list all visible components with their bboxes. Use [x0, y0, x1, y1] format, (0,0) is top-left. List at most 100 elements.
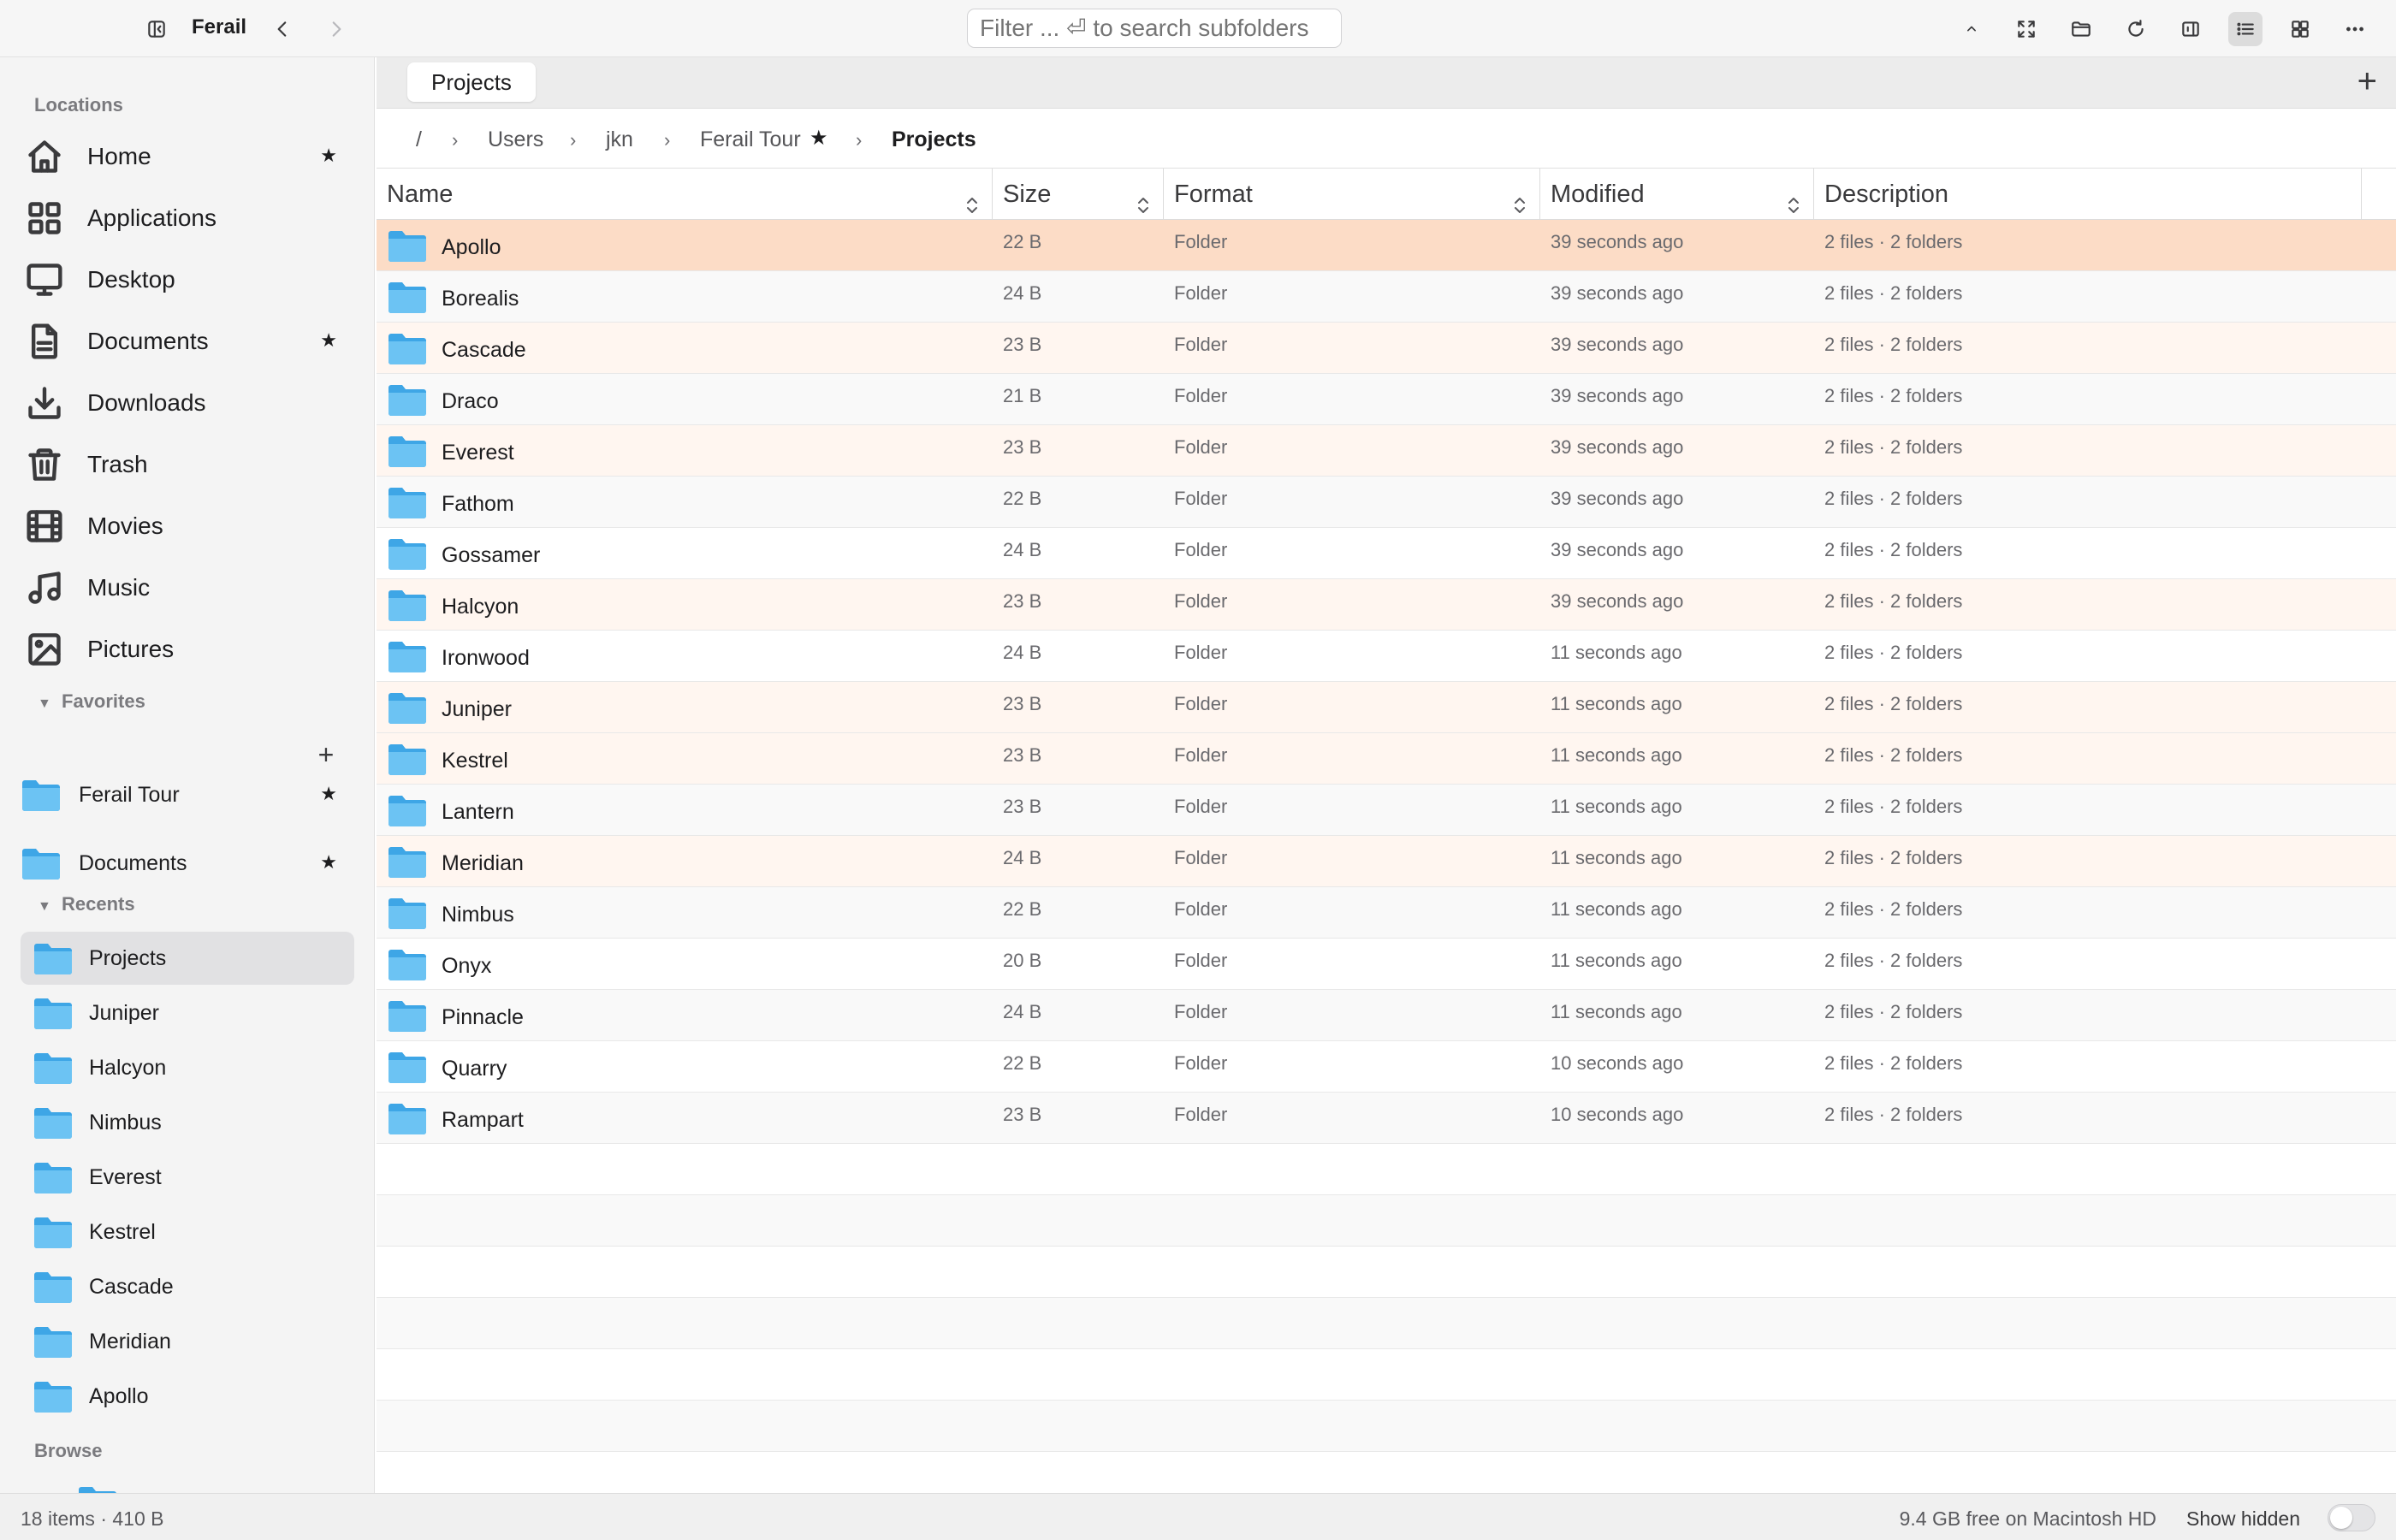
cell-modified: 39 seconds ago	[1551, 231, 1684, 252]
cell-format: Folder	[1174, 898, 1228, 920]
table-row[interactable]: Gossamer 24 B Folder 39 seconds ago 2 files …	[377, 528, 2396, 579]
table-row[interactable]: Everest 23 B Folder 39 seconds ago 2 files ·…	[377, 425, 2396, 477]
table-row[interactable]: Quarry 22 B Folder 10 seconds ago 2 files · …	[377, 1041, 2396, 1093]
breadcrumb-root[interactable]: /	[416, 127, 422, 152]
breadcrumb-item-ferail-tour[interactable]: Ferail Tour	[700, 127, 801, 152]
cell-name: Borealis	[387, 280, 519, 314]
sidebar-item-recent-meridian[interactable]: Meridian	[21, 1315, 354, 1368]
browse-heading: Browse	[34, 1440, 103, 1461]
folder-icon[interactable]	[2064, 12, 2098, 46]
fullscreen-icon[interactable]	[2009, 12, 2043, 46]
more-icon[interactable]	[2338, 12, 2372, 46]
sidebar-item-recent-halcyon[interactable]: Halcyon	[21, 1041, 354, 1094]
table-row[interactable]: Fathom 22 B Folder 39 seconds ago 2 files · …	[377, 477, 2396, 528]
music-icon	[21, 564, 68, 612]
panel-icon[interactable]	[2174, 12, 2208, 46]
cell-name: Ironwood	[387, 639, 530, 673]
star-icon: ★	[810, 127, 828, 150]
sidebar-item-recent-juniper[interactable]: Juniper	[21, 986, 354, 1040]
forward-icon[interactable]	[319, 12, 353, 46]
file-name: Lantern	[442, 799, 514, 824]
sidebar-item-trash[interactable]: Trash	[21, 437, 354, 492]
table-row[interactable]: Rampart 23 B Folder 10 seconds ago 2 files ·…	[377, 1093, 2396, 1144]
table-row[interactable]: Apollo 22 B Folder 39 seconds ago 2 files · …	[377, 220, 2396, 271]
table-row[interactable]: Pinnacle 24 B Folder 11 seconds ago 2 files …	[377, 990, 2396, 1041]
table-row[interactable]: Onyx 20 B Folder 11 seconds ago 2 files · 2 …	[377, 939, 2396, 990]
sidebar-item-downloads[interactable]: Downloads	[21, 376, 354, 430]
table-row[interactable]: Kestrel 23 B Folder 11 seconds ago 2 files ·…	[377, 733, 2396, 785]
column-header-modified[interactable]: Modified	[1540, 169, 1814, 220]
back-icon[interactable]	[265, 12, 300, 46]
cell-modified: 39 seconds ago	[1551, 436, 1684, 458]
column-header-format[interactable]: Format	[1164, 169, 1540, 220]
sidebar-item-desktop[interactable]: Desktop	[21, 252, 354, 307]
sidebar-item-home[interactable]: Home ★	[21, 129, 354, 184]
sidebar-item-documents[interactable]: Documents ★	[21, 314, 354, 369]
table-row[interactable]: Draco 21 B Folder 39 seconds ago 2 files · 2…	[377, 374, 2396, 425]
breadcrumb-item-users[interactable]: Users	[488, 127, 543, 152]
folder-icon	[34, 1217, 72, 1248]
empty-row	[377, 1349, 2396, 1401]
column-header-name[interactable]: Name	[377, 169, 993, 220]
sidebar-item-movies[interactable]: Movies	[21, 499, 354, 554]
grid-view-icon[interactable]	[2283, 12, 2317, 46]
folder-icon	[388, 642, 426, 672]
sidebar-item-label: Music	[87, 574, 151, 601]
folder-icon	[388, 1001, 426, 1032]
cell-modified: 11 seconds ago	[1551, 744, 1682, 766]
cell-size: 23 B	[1003, 796, 1042, 817]
sort-icon[interactable]	[1512, 183, 1527, 213]
cell-format: Folder	[1174, 642, 1228, 663]
table-row[interactable]: Halcyon 23 B Folder 39 seconds ago 2 files ·…	[377, 579, 2396, 631]
sidebar-toggle-icon[interactable]	[139, 12, 174, 46]
sidebar-item-label: Pictures	[87, 636, 175, 662]
star-icon[interactable]: ★	[320, 851, 337, 874]
breadcrumb-item-jkn[interactable]: jkn	[606, 127, 633, 152]
sidebar-item-recent-kestrel[interactable]: Kestrel	[21, 1205, 354, 1259]
sidebar-item-music[interactable]: Music	[21, 560, 354, 615]
toggle-knob	[2330, 1507, 2352, 1529]
star-icon[interactable]: ★	[320, 783, 337, 805]
sidebar-item-recent-cascade[interactable]: Cascade	[21, 1260, 354, 1313]
table-row[interactable]: Ironwood 24 B Folder 11 seconds ago 2 files …	[377, 631, 2396, 682]
add-favorite-button[interactable]: +	[313, 741, 339, 768]
trash-icon	[21, 441, 68, 489]
file-name: Halcyon	[442, 594, 519, 619]
sidebar-item-recent-everest[interactable]: Everest	[21, 1151, 354, 1204]
file-name: Nimbus	[442, 902, 514, 927]
show-hidden-toggle[interactable]	[2328, 1504, 2375, 1531]
star-icon[interactable]: ★	[320, 329, 337, 352]
table-row[interactable]: Juniper 23 B Folder 11 seconds ago 2 files ·…	[377, 682, 2396, 733]
star-icon[interactable]: ★	[320, 145, 337, 167]
sort-icon[interactable]	[1136, 183, 1151, 213]
table-row[interactable]: Borealis 24 B Folder 39 seconds ago 2 files …	[377, 271, 2396, 323]
sidebar-item-label: Kestrel	[89, 1219, 156, 1244]
chevron-down-icon[interactable]: ▼	[38, 899, 51, 915]
list-view-icon[interactable]	[2228, 12, 2263, 46]
add-tab-button[interactable]: +	[2357, 64, 2377, 98]
sidebar-item-applications[interactable]: Applications	[21, 191, 354, 246]
sidebar-item-documents-favorite[interactable]: Documents ★	[21, 836, 354, 891]
filter-input[interactable]	[967, 9, 1342, 48]
film-icon	[21, 502, 68, 550]
sidebar-item-ferail-tour[interactable]: Ferail Tour ★	[21, 767, 354, 822]
sidebar-item-label: Meridian	[89, 1329, 171, 1353]
column-header-description[interactable]: Description	[1814, 169, 2362, 220]
chevron-down-icon[interactable]: ▼	[38, 696, 51, 712]
folder-icon	[34, 1272, 72, 1303]
sidebar-item-pictures[interactable]: Pictures	[21, 622, 354, 677]
up-icon[interactable]	[1954, 12, 1989, 46]
sidebar-item-recent-nimbus[interactable]: Nimbus	[21, 1096, 354, 1149]
table-row[interactable]: Cascade 23 B Folder 39 seconds ago 2 files ·…	[377, 323, 2396, 374]
table-row[interactable]: Nimbus 22 B Folder 11 seconds ago 2 files · …	[377, 887, 2396, 939]
table-row[interactable]: Lantern 23 B Folder 11 seconds ago 2 files ·…	[377, 785, 2396, 836]
sidebar-item-recent-apollo[interactable]: Apollo	[21, 1370, 354, 1423]
column-header-size[interactable]: Size	[993, 169, 1164, 220]
sort-icon[interactable]	[964, 183, 980, 213]
refresh-icon[interactable]	[2119, 12, 2153, 46]
sidebar-item-recent-projects[interactable]: Projects	[21, 932, 354, 985]
sort-icon[interactable]	[1786, 183, 1801, 213]
table-row[interactable]: Meridian 24 B Folder 11 seconds ago 2 files …	[377, 836, 2396, 887]
file-name: Everest	[442, 440, 514, 465]
tab-projects[interactable]: Projects	[407, 62, 536, 102]
